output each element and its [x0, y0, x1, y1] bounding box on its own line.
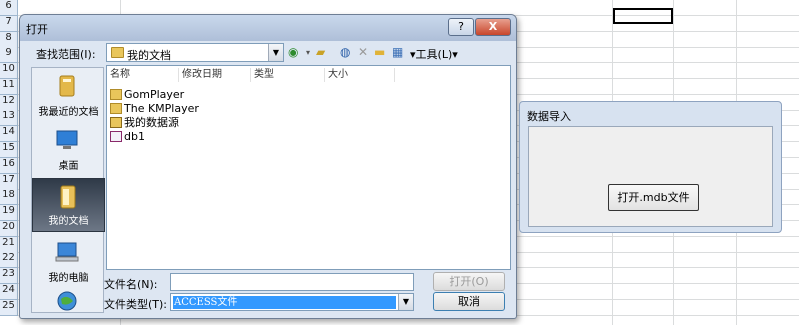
row-header[interactable]: 14 — [0, 126, 18, 142]
row-header[interactable]: 13 — [0, 110, 18, 126]
column-header-type[interactable]: 类型 — [251, 68, 325, 82]
place-label: 我的电脑 — [48, 273, 89, 284]
row-header[interactable]: 25 — [0, 300, 18, 316]
place-recent-documents[interactable]: 我最近的文档 — [32, 68, 105, 122]
place-label: 桌面 — [58, 161, 79, 172]
row-header[interactable]: 15 — [0, 142, 18, 158]
chevron-down-icon[interactable]: ▾ — [306, 44, 310, 61]
folder-icon — [111, 47, 124, 58]
place-network[interactable] — [32, 288, 105, 314]
file-name: The KMPlayer — [124, 102, 199, 115]
row-header[interactable]: 9 — [0, 47, 18, 63]
delete-icon[interactable]: ✕ — [358, 44, 368, 61]
look-in-label: 查找范围(I): — [36, 48, 96, 61]
import-dialog-body: 打开.mdb文件 — [528, 126, 773, 227]
place-label: 我的文档 — [48, 216, 89, 227]
close-button[interactable]: X — [475, 18, 511, 36]
data-source-folder-icon — [110, 117, 122, 128]
places-bar: 我最近的文档 桌面 我的文档 我的电脑 — [31, 67, 105, 314]
row-header[interactable]: 21 — [0, 237, 18, 253]
row-header[interactable]: 7 — [0, 16, 18, 32]
column-header-size[interactable]: 大小 — [325, 68, 395, 82]
open-button[interactable]: 打开(O) — [433, 272, 505, 291]
filetype-value: ACCESS文件 — [173, 296, 396, 309]
row-header[interactable]: 10 — [0, 63, 18, 79]
row-header[interactable]: 23 — [0, 268, 18, 284]
row-header[interactable]: 11 — [0, 79, 18, 95]
recent-documents-icon — [59, 75, 75, 97]
row-header[interactable]: 24 — [0, 284, 18, 300]
data-import-dialog: 数据导入 打开.mdb文件 — [519, 101, 782, 233]
column-header-name[interactable]: 名称 — [107, 68, 179, 82]
look-in-value: 我的文档 — [127, 49, 171, 62]
my-documents-icon — [60, 185, 76, 209]
cancel-button[interactable]: 取消 — [433, 292, 505, 311]
filename-label: 文件名(N): — [104, 278, 158, 291]
folder-icon — [110, 103, 122, 114]
filetype-dropdown[interactable]: ACCESS文件 ▼ — [170, 293, 414, 311]
new-folder-icon[interactable]: ▬ — [374, 44, 385, 61]
views-icon[interactable]: ▦ — [392, 44, 403, 61]
row-header[interactable]: 17 — [0, 174, 18, 190]
file-name: 我的数据源 — [124, 116, 179, 129]
filetype-label: 文件类型(T): — [104, 298, 168, 311]
row-header[interactable]: 20 — [0, 221, 18, 237]
place-label: 我最近的文档 — [38, 107, 99, 118]
access-db-icon — [110, 131, 122, 142]
open-file-dialog: 打开 ? X 查找范围(I): 我的文档 ▼ ◉ ▾ ▰ ◍ ✕ ▬ ▦ ▾工具… — [19, 14, 517, 319]
dialog-title: 打开 — [26, 23, 48, 36]
place-my-documents[interactable]: 我的文档 — [32, 178, 105, 232]
file-name: GomPlayer — [124, 88, 185, 101]
look-in-dropdown[interactable]: 我的文档 ▼ — [106, 43, 284, 62]
up-folder-icon[interactable]: ▰ — [316, 44, 325, 61]
row-header[interactable]: 22 — [0, 252, 18, 268]
my-computer-icon — [55, 242, 79, 262]
row-header[interactable]: 6 — [0, 0, 18, 16]
place-desktop[interactable]: 桌面 — [32, 122, 105, 176]
selected-cell[interactable] — [613, 8, 673, 24]
chevron-down-icon[interactable]: ▼ — [268, 44, 283, 61]
dialog-titlebar[interactable]: 打开 ? X — [20, 15, 516, 41]
place-my-computer[interactable]: 我的电脑 — [32, 234, 105, 288]
row-header[interactable]: 8 — [0, 32, 18, 48]
network-places-icon — [57, 291, 77, 311]
filename-input[interactable] — [170, 273, 414, 291]
desktop-icon — [56, 130, 78, 149]
import-dialog-title: 数据导入 — [527, 110, 571, 123]
row-header[interactable]: 16 — [0, 158, 18, 174]
back-icon[interactable]: ◉ — [288, 44, 298, 61]
chevron-down-icon[interactable]: ▼ — [398, 294, 413, 310]
file-list[interactable]: 名称 修改日期 类型 大小 GomPlayer The KMPlayer 我的数… — [106, 65, 511, 270]
folder-icon — [110, 89, 122, 100]
help-button[interactable]: ? — [448, 18, 474, 36]
open-mdb-button[interactable]: 打开.mdb文件 — [608, 184, 699, 211]
row-header[interactable]: 18 — [0, 189, 18, 205]
search-web-icon[interactable]: ◍ — [340, 44, 350, 61]
file-name: db1 — [124, 130, 145, 143]
tools-menu[interactable]: ▾工具(L)▾ — [410, 46, 458, 62]
row-header[interactable]: 19 — [0, 205, 18, 221]
column-header-modified[interactable]: 修改日期 — [179, 68, 251, 82]
row-header[interactable]: 12 — [0, 95, 18, 111]
